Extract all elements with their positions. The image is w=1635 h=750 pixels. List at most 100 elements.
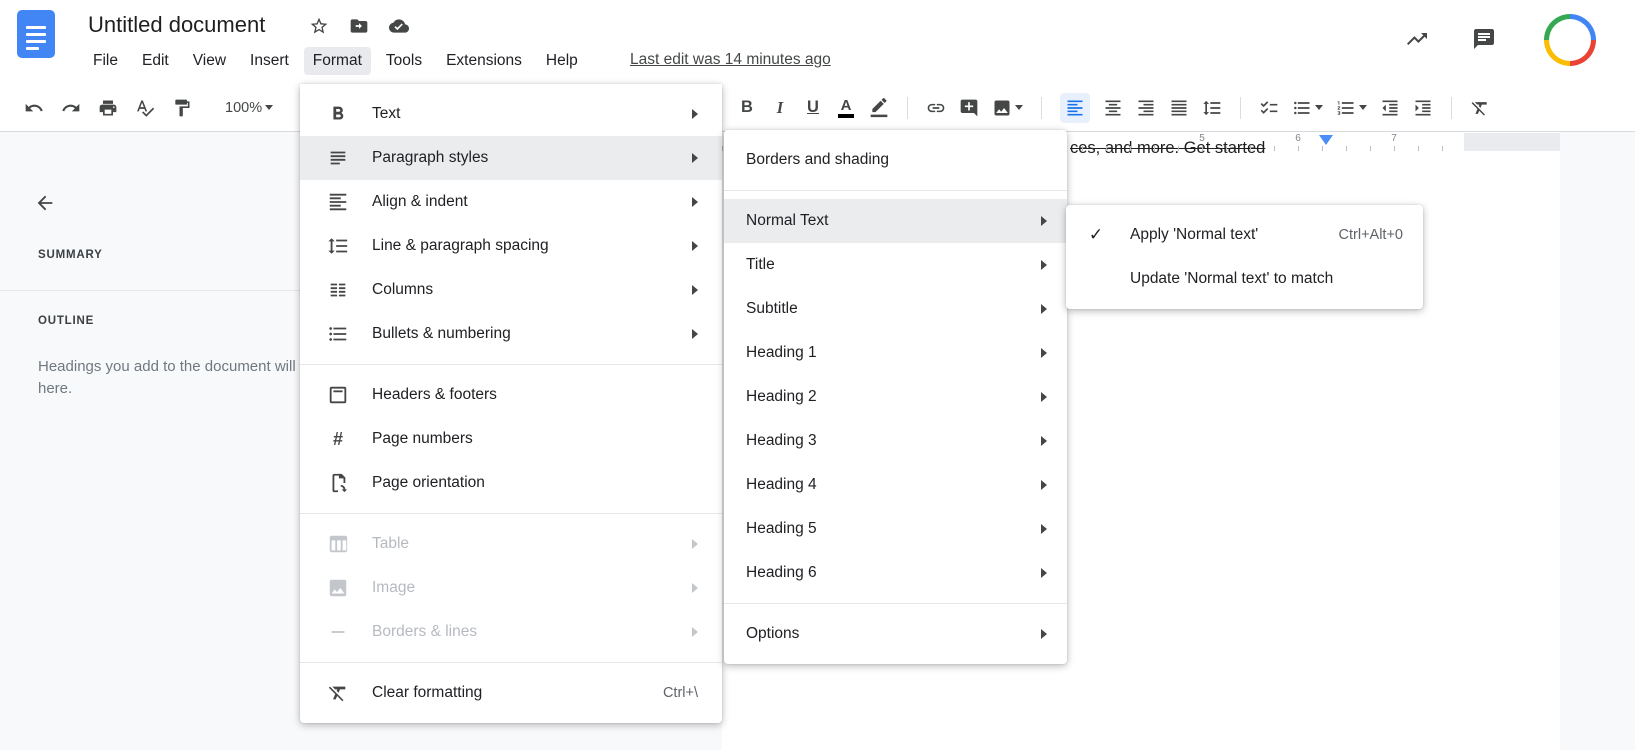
menu-item-clear-formatting[interactable]: Clear formatting Ctrl+\	[300, 671, 722, 715]
activity-button[interactable]	[1405, 27, 1429, 51]
menu-item-heading-4[interactable]: Heading 4	[724, 463, 1067, 507]
zoom-select[interactable]: 100%	[225, 100, 274, 116]
menu-item-image: Image	[300, 566, 722, 610]
paragraph-styles-menu: Borders and shading Normal Text Title Su…	[724, 130, 1067, 664]
clear-formatting-button[interactable]	[1470, 98, 1490, 118]
docs-logo[interactable]	[17, 10, 55, 58]
document-status-button[interactable]	[389, 16, 409, 36]
menu-item-bullets-numbering[interactable]: Bullets & numbering	[300, 312, 722, 356]
menu-item-heading-2[interactable]: Heading 2	[724, 375, 1067, 419]
text-color-button[interactable]: A	[836, 98, 856, 118]
undo-button[interactable]	[24, 98, 44, 118]
right-indent-marker[interactable]	[1319, 135, 1333, 145]
menu-file[interactable]: File	[84, 47, 127, 75]
insert-image-button[interactable]	[992, 98, 1023, 118]
menu-item-page-orientation[interactable]: Page orientation	[300, 461, 722, 505]
menu-item-line-spacing[interactable]: Line & paragraph spacing	[300, 224, 722, 268]
submenu-arrow-icon	[1041, 392, 1047, 402]
bulleted-list-button[interactable]	[1292, 98, 1323, 118]
undo-icon	[25, 103, 43, 111]
ruler-right-margin	[1464, 133, 1560, 151]
menu-item-options[interactable]: Options	[724, 612, 1067, 656]
logo-line	[26, 26, 46, 29]
checklist-button[interactable]	[1259, 98, 1279, 118]
highlight-color-button[interactable]	[869, 97, 889, 118]
avatar[interactable]	[1544, 14, 1596, 66]
redo-button[interactable]	[61, 98, 81, 118]
menu-item-heading-1[interactable]: Heading 1	[724, 331, 1067, 375]
numbered-list-button[interactable]	[1336, 98, 1367, 118]
normal-text-menu: ✓ Apply 'Normal text' Ctrl+Alt+0 Update …	[1066, 205, 1423, 309]
menu-item-headers-footers[interactable]: Headers & footers	[300, 373, 722, 417]
line-spacing-icon	[328, 238, 348, 254]
menu-help[interactable]: Help	[537, 47, 587, 75]
line-spacing-button[interactable]	[1202, 98, 1222, 118]
star-button[interactable]	[309, 16, 329, 36]
increase-indent-button[interactable]	[1413, 98, 1433, 118]
menu-edit[interactable]: Edit	[133, 47, 178, 75]
insert-link-button[interactable]	[926, 98, 946, 118]
move-button[interactable]	[349, 16, 369, 36]
menu-item-align-indent[interactable]: Align & indent	[300, 180, 722, 224]
menu-extensions[interactable]: Extensions	[437, 47, 531, 75]
line-spacing-icon	[1203, 100, 1221, 115]
menu-view[interactable]: View	[184, 47, 235, 75]
menu-item-text[interactable]: Text	[300, 92, 722, 136]
justify-button[interactable]	[1169, 98, 1189, 118]
menu-item-page-numbers[interactable]: # Page numbers	[300, 417, 722, 461]
spellcheck-button[interactable]	[135, 98, 155, 118]
menu-tools[interactable]: Tools	[377, 47, 431, 75]
sidebar-divider	[0, 290, 300, 291]
close-outline-button[interactable]	[34, 192, 56, 214]
shortcut-label: Ctrl+\	[662, 685, 698, 701]
menu-item-heading-5[interactable]: Heading 5	[724, 507, 1067, 551]
align-center-icon	[1105, 100, 1121, 115]
underline-button[interactable]: U	[803, 98, 823, 117]
italic-button[interactable]: I	[770, 98, 790, 118]
document-title[interactable]: Untitled document	[88, 12, 265, 38]
clear-formatting-icon	[328, 686, 346, 702]
increase-indent-icon	[1415, 100, 1431, 115]
ruler-number: 5	[1199, 133, 1205, 144]
clear-formatting-icon	[1471, 101, 1487, 115]
menu-divider	[724, 190, 1067, 191]
last-edit-link[interactable]: Last edit was 14 minutes ago	[630, 51, 831, 69]
menu-format[interactable]: Format	[303, 47, 371, 75]
menu-item-normal-text[interactable]: Normal Text	[724, 199, 1067, 243]
submenu-arrow-icon	[692, 539, 698, 549]
menu-item-update-normal-text[interactable]: Update 'Normal text' to match	[1066, 257, 1423, 301]
checkmark-icon: ✓	[1088, 225, 1104, 244]
columns-icon	[330, 283, 346, 297]
menu-item-heading-3[interactable]: Heading 3	[724, 419, 1067, 463]
open-comments-button[interactable]	[1472, 27, 1496, 51]
decrease-indent-button[interactable]	[1380, 98, 1400, 118]
menubar: File Edit View Insert Format Tools Exten…	[84, 47, 587, 75]
paint-format-button[interactable]	[172, 98, 192, 118]
numbered-list-icon	[1337, 100, 1354, 115]
align-center-button[interactable]	[1103, 98, 1123, 118]
submenu-arrow-icon	[1041, 216, 1047, 226]
star-icon	[310, 17, 328, 34]
image-icon	[994, 100, 1010, 115]
image-icon	[329, 579, 347, 597]
align-right-button[interactable]	[1136, 98, 1156, 118]
add-comment-button[interactable]	[959, 98, 979, 118]
move-folder-icon	[350, 19, 368, 33]
justify-icon	[1171, 100, 1187, 115]
menu-item-heading-6[interactable]: Heading 6	[724, 551, 1067, 595]
print-icon	[99, 100, 117, 115]
menu-insert[interactable]: Insert	[241, 47, 298, 75]
toolbar-separator	[1240, 96, 1241, 119]
menu-item-title[interactable]: Title	[724, 243, 1067, 287]
menu-item-apply-normal-text[interactable]: ✓ Apply 'Normal text' Ctrl+Alt+0	[1066, 213, 1423, 257]
align-left-button[interactable]	[1060, 92, 1090, 123]
menu-item-borders-and-shading[interactable]: Borders and shading	[724, 138, 1067, 182]
chevron-down-icon	[1015, 105, 1023, 110]
comments-icon	[1474, 29, 1494, 49]
menu-item-columns[interactable]: Columns	[300, 268, 722, 312]
print-button[interactable]	[98, 98, 118, 118]
avatar-inner	[1549, 19, 1591, 61]
menu-item-subtitle[interactable]: Subtitle	[724, 287, 1067, 331]
bold-button[interactable]: B	[737, 98, 757, 117]
menu-item-paragraph-styles[interactable]: Paragraph styles	[300, 136, 722, 180]
